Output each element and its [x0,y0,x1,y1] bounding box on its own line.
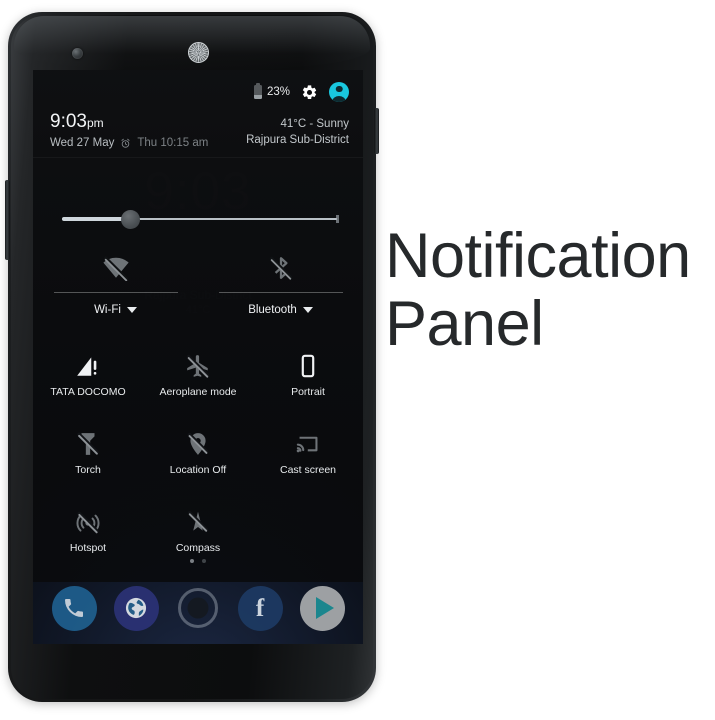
tile-label: Cast screen [279,464,337,476]
tile-wifi-label: Wi-Fi [94,304,121,316]
weather-location: Rajpura Sub-District [246,134,349,146]
date-row: Wed 27 May Thu 10:15 am [50,137,208,149]
tile-portrait[interactable]: Portrait [253,345,363,423]
tile-divider [218,292,343,293]
tile-divider [53,292,178,293]
quick-settings-header: 23% 9:03pm Wed 27 May Thu 10:15 am 41°C … [33,70,363,150]
notification-panel: 23% 9:03pm Wed 27 May Thu 10:15 am 41°C … [33,70,363,582]
page-dot-1[interactable] [190,559,194,563]
quick-settings-grid: TATA DOCOMO Aeroplane mode Portrait Torc… [33,345,363,579]
flashlight-off-icon [75,423,101,465]
front-camera-icon [72,48,83,59]
tile-aeroplane-mode[interactable]: Aeroplane mode [143,345,253,423]
power-button[interactable] [374,108,379,154]
tile-bluetooth-label-row[interactable]: Bluetooth [248,304,313,316]
home-dock: f [33,580,363,636]
play-store-icon [315,597,334,619]
earpiece-speaker-icon [188,42,209,63]
screenshot-root: 9:03 Rajpura Sub-District 41°C 23% [0,0,715,720]
cast-screen-icon [294,423,322,465]
clock-block: 9:03pm Wed 27 May Thu 10:15 am [50,112,208,149]
battery-icon [253,82,262,99]
bluetooth-off-icon [268,248,294,288]
dock-item-phone[interactable] [51,585,97,631]
battery-status: 23% [253,82,290,99]
android-phone: 9:03 Rajpura Sub-District 41°C 23% [5,12,379,702]
chevron-down-icon[interactable] [302,307,313,313]
tile-label: Portrait [291,386,325,398]
status-bar: 23% [253,82,349,102]
dock-item-facebook[interactable]: f [237,585,283,631]
volume-rocker-button[interactable] [5,180,10,260]
compass-off-icon [185,501,211,543]
page-title: Notification Panel [385,221,691,360]
dock-item-all-apps[interactable] [176,586,221,631]
tile-label: Location Off [169,464,227,476]
brightness-slider[interactable] [33,208,363,230]
facebook-icon: f [255,594,265,622]
tile-location-off[interactable]: Location Off [143,423,253,501]
battery-percent: 23% [266,86,290,98]
gear-icon[interactable] [301,84,318,101]
tile-row: Torch Location Off Cast screen [33,423,363,501]
phone-screen: 9:03 Rajpura Sub-District 41°C 23% [33,70,363,644]
chevron-down-icon[interactable] [126,307,137,313]
tile-bluetooth-label: Bluetooth [248,304,297,316]
tile-label: TATA DOCOMO [50,386,126,398]
tile-row: Hotspot Compass [33,501,363,579]
location-off-icon [185,423,211,465]
hotspot-off-icon [74,501,102,543]
tile-hotspot[interactable]: Hotspot [33,501,143,579]
tile-row: TATA DOCOMO Aeroplane mode Portrait [33,345,363,423]
user-avatar-icon[interactable] [329,82,349,102]
tile-wifi[interactable]: Wi-Fi [33,248,198,328]
tile-torch[interactable]: Torch [33,423,143,501]
alarm-clock-icon [121,138,130,148]
tile-compass[interactable]: Compass [143,501,253,579]
tile-cast-screen[interactable]: Cast screen [253,423,363,501]
primary-tiles: Wi-Fi Bluetooth [33,248,363,328]
tile-label: Torch [75,464,101,476]
weather-block[interactable]: 41°C - Sunny Rajpura Sub-District [246,118,349,146]
globe-icon [125,597,147,619]
page-indicator [33,559,363,563]
tile-wifi-label-row[interactable]: Wi-Fi [94,304,137,316]
wifi-off-icon [99,248,133,288]
clock-ampm: pm [86,116,104,130]
cellular-signal-alert-icon [74,345,102,387]
tile-label: Compass [175,542,221,554]
current-date: Wed 27 May [50,137,115,149]
dock-item-browser[interactable] [113,585,159,631]
weather-condition: 41°C - Sunny [280,118,349,130]
tile-tata-docomo[interactable]: TATA DOCOMO [33,345,143,423]
header-divider [33,157,363,158]
dock-item-play-store[interactable] [299,585,345,631]
tile-label: Aeroplane mode [159,386,237,398]
brightness-fill [62,217,130,221]
brightness-endcap [336,215,339,223]
tile-label: Hotspot [69,542,107,554]
clock-time: 9:03pm [50,112,208,131]
page-dot-2[interactable] [202,559,206,563]
phone-icon [65,599,83,617]
tile-bluetooth[interactable]: Bluetooth [198,248,363,328]
app-drawer-icon [178,588,218,628]
airplane-off-icon [184,345,212,387]
brightness-thumb[interactable] [121,210,140,229]
screen-rotation-portrait-icon [295,345,321,387]
next-alarm-time: Thu 10:15 am [137,137,209,149]
clock-hours-minutes: 9:03 [50,111,87,132]
